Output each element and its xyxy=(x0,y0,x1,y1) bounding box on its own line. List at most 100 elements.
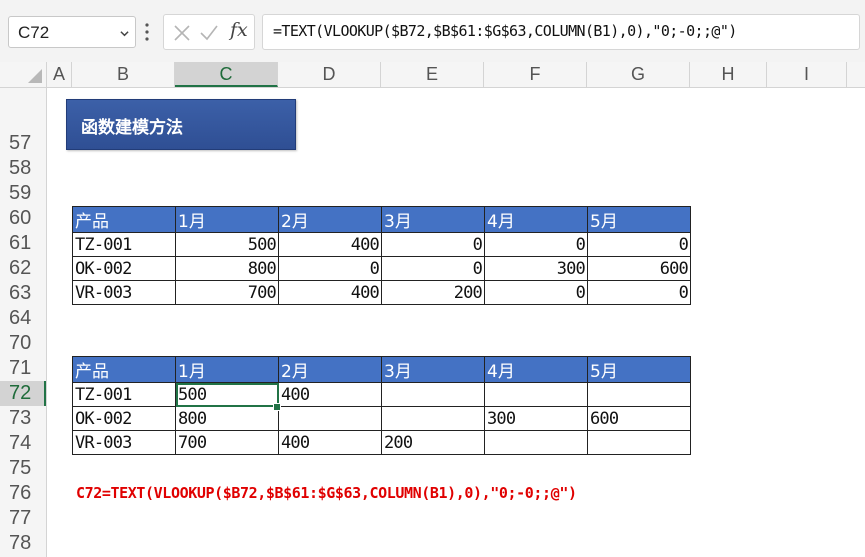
table-row: TZ-001 500 400 0 0 0 xyxy=(72,232,691,257)
cell-g74[interactable] xyxy=(587,430,691,455)
header-cell[interactable]: 3月 xyxy=(381,356,485,383)
column-i[interactable]: I xyxy=(767,62,847,87)
row-74[interactable]: 74 xyxy=(0,431,46,456)
cell-d73[interactable] xyxy=(278,406,382,431)
cell-b63[interactable]: VR-003 xyxy=(72,280,176,305)
row-64[interactable]: 64 xyxy=(0,306,46,331)
cell-d61[interactable]: 400 xyxy=(278,232,382,257)
row-78[interactable]: 78 xyxy=(0,531,46,556)
cell-f74[interactable] xyxy=(484,430,588,455)
cell-c62[interactable]: 800 xyxy=(175,256,279,281)
check-icon[interactable] xyxy=(199,24,219,42)
cell-b73[interactable]: OK-002 xyxy=(72,406,176,431)
header-cell[interactable]: 5月 xyxy=(587,206,691,233)
result-table: 产品 1月 2月 3月 4月 5月 TZ-001 500 400 OK-002 … xyxy=(72,356,691,455)
cell-c63[interactable]: 700 xyxy=(175,280,279,305)
table-row: OK-002 800 0 0 300 600 xyxy=(72,256,691,281)
row-61[interactable]: 61 xyxy=(0,231,46,256)
header-cell[interactable]: 1月 xyxy=(175,206,279,233)
table-row: TZ-001 500 400 xyxy=(72,382,691,407)
row-59[interactable]: 59 xyxy=(0,181,46,206)
chevron-down-icon[interactable] xyxy=(120,29,129,38)
header-cell[interactable]: 2月 xyxy=(278,356,382,383)
cell-e61[interactable]: 0 xyxy=(381,232,485,257)
cell-c72-selected[interactable]: 500 xyxy=(175,382,279,407)
column-b[interactable]: B xyxy=(72,62,175,87)
cell-e62[interactable]: 0 xyxy=(381,256,485,281)
cell-b74[interactable]: VR-003 xyxy=(72,430,176,455)
cell-d62[interactable]: 0 xyxy=(278,256,382,281)
cell-d72[interactable]: 400 xyxy=(278,382,382,407)
row-73[interactable]: 73 xyxy=(0,406,46,431)
row-62[interactable]: 62 xyxy=(0,256,46,281)
header-cell[interactable]: 产品 xyxy=(72,356,176,383)
row-57[interactable]: 57 xyxy=(0,131,46,156)
cell-g73[interactable]: 600 xyxy=(587,406,691,431)
select-all-triangle xyxy=(28,69,42,83)
fx-icon[interactable]: fx xyxy=(230,19,248,41)
formula-text: =TEXT(VLOOKUP($B72,$B$61:$G$63,COLUMN(B1… xyxy=(273,22,737,40)
header-cell[interactable]: 3月 xyxy=(381,206,485,233)
column-g[interactable]: G xyxy=(587,62,690,87)
select-all-button[interactable] xyxy=(0,62,47,87)
header-cell[interactable]: 4月 xyxy=(484,356,588,383)
cell-g61[interactable]: 0 xyxy=(587,232,691,257)
row-60[interactable]: 60 xyxy=(0,206,46,231)
header-cell[interactable]: 1月 xyxy=(175,356,279,383)
row-75[interactable]: 75 xyxy=(0,456,46,481)
row-header: 57 58 59 60 61 62 63 64 70 71 72 73 74 7… xyxy=(0,88,47,557)
cell-c74[interactable]: 700 xyxy=(175,430,279,455)
cell-g62[interactable]: 600 xyxy=(587,256,691,281)
row-58[interactable]: 58 xyxy=(0,156,46,181)
name-box-value: C72 xyxy=(18,23,50,42)
fill-handle[interactable] xyxy=(273,403,281,411)
table-row: OK-002 800 300 600 xyxy=(72,406,691,431)
row-71[interactable]: 71 xyxy=(0,356,46,381)
cell-e74[interactable]: 200 xyxy=(381,430,485,455)
source-table: 产品 1月 2月 3月 4月 5月 TZ-001 500 400 0 0 0 O… xyxy=(72,206,691,305)
formula-input[interactable]: =TEXT(VLOOKUP($B72,$B$61:$G$63,COLUMN(B1… xyxy=(262,14,860,50)
column-h[interactable]: H xyxy=(690,62,767,87)
column-a[interactable]: A xyxy=(47,62,72,87)
header-cell[interactable]: 产品 xyxy=(72,206,176,233)
cell-c61[interactable]: 500 xyxy=(175,232,279,257)
column-f[interactable]: F xyxy=(484,62,587,87)
cell-e72[interactable] xyxy=(381,382,485,407)
cell-d63[interactable]: 400 xyxy=(278,280,382,305)
cell-f63[interactable]: 0 xyxy=(484,280,588,305)
column-d[interactable]: D xyxy=(278,62,381,87)
cell-f73[interactable]: 300 xyxy=(484,406,588,431)
column-e[interactable]: E xyxy=(381,62,484,87)
cell-f72[interactable] xyxy=(484,382,588,407)
x-icon[interactable] xyxy=(173,24,191,42)
cell-f61[interactable]: 0 xyxy=(484,232,588,257)
row-77[interactable]: 77 xyxy=(0,506,46,531)
cell-b72[interactable]: TZ-001 xyxy=(72,382,176,407)
table-row: VR-003 700 400 200 xyxy=(72,430,691,455)
formula-bar: C72 fx =TEXT(VLOOKUP($B72,$B$61:$G$63,CO… xyxy=(0,0,865,62)
row-72[interactable]: 72 xyxy=(0,381,46,406)
row-76[interactable]: 76 xyxy=(0,481,46,506)
title-box[interactable]: 函数建模方法 xyxy=(66,99,296,150)
name-box[interactable]: C72 xyxy=(8,16,136,48)
cell-b61[interactable]: TZ-001 xyxy=(72,232,176,257)
header-cell[interactable]: 5月 xyxy=(587,356,691,383)
row-70[interactable]: 70 xyxy=(0,331,46,356)
formula-note[interactable]: C72=TEXT(VLOOKUP($B72,$B$61:$G$63,COLUMN… xyxy=(76,484,577,502)
table-row: VR-003 700 400 200 0 0 xyxy=(72,280,691,305)
table-header-row: 产品 1月 2月 3月 4月 5月 xyxy=(72,356,691,383)
header-cell[interactable]: 4月 xyxy=(484,206,588,233)
cell-e73[interactable] xyxy=(381,406,485,431)
page-title: 函数建模方法 xyxy=(81,118,183,138)
cell-b62[interactable]: OK-002 xyxy=(72,256,176,281)
cell-c73[interactable]: 800 xyxy=(175,406,279,431)
cell-f62[interactable]: 300 xyxy=(484,256,588,281)
row-63[interactable]: 63 xyxy=(0,281,46,306)
column-c[interactable]: C xyxy=(175,62,278,87)
more-options-icon[interactable] xyxy=(145,22,149,42)
cell-g63[interactable]: 0 xyxy=(587,280,691,305)
cell-e63[interactable]: 200 xyxy=(381,280,485,305)
cell-d74[interactable]: 400 xyxy=(278,430,382,455)
header-cell[interactable]: 2月 xyxy=(278,206,382,233)
cell-g72[interactable] xyxy=(587,382,691,407)
